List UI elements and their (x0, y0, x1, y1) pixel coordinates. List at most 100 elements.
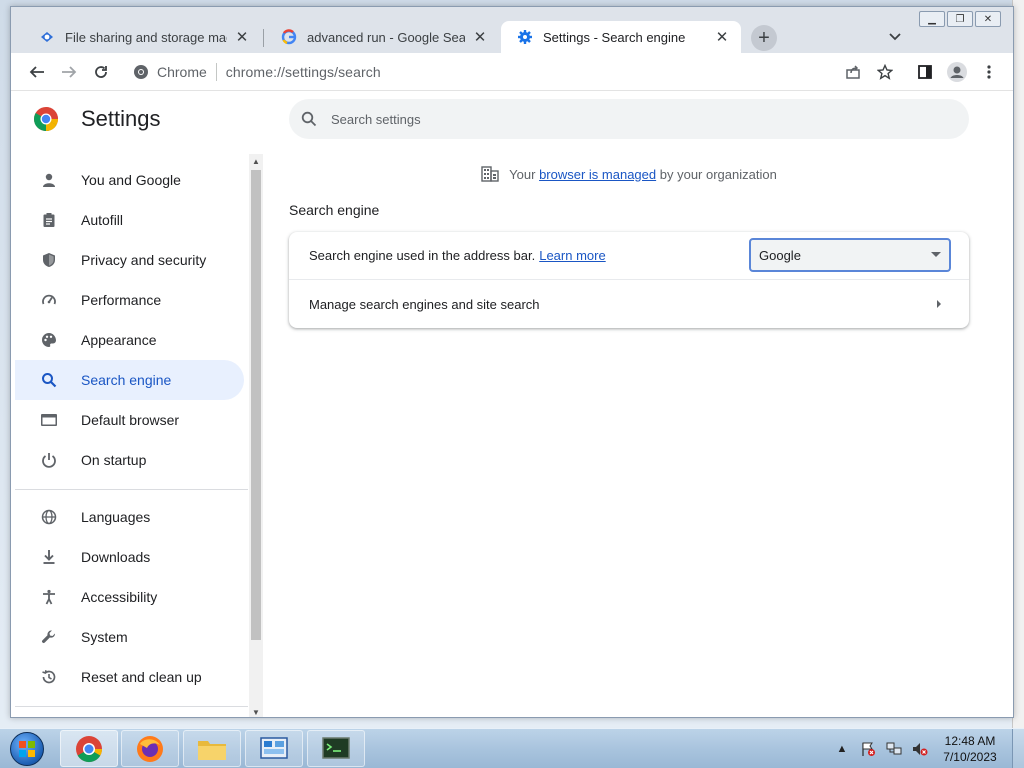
sidebar-item-performance[interactable]: Performance (15, 280, 244, 320)
close-window-button[interactable]: ✕ (975, 11, 1001, 27)
building-icon (481, 166, 499, 182)
browser-window-icon (39, 410, 59, 430)
close-tab-icon[interactable]: ✕ (713, 28, 731, 46)
site-chip[interactable]: Chrome (125, 64, 207, 80)
action-center-flag-icon[interactable] (858, 739, 878, 759)
close-tab-icon[interactable]: ✕ (233, 28, 251, 46)
search-engine-select[interactable]: Google (749, 238, 951, 272)
menu-kebab-button[interactable] (977, 60, 1001, 84)
tab-title: File sharing and storage made si (65, 29, 227, 45)
gauge-icon (39, 290, 59, 310)
search-icon (301, 111, 317, 127)
clock-time: 12:48 AM (944, 734, 996, 748)
url-text[interactable]: chrome://settings/search (226, 64, 381, 80)
sidebar-item-search-engine[interactable]: Search engine (15, 360, 244, 400)
google-g-icon (281, 29, 297, 45)
close-tab-icon[interactable]: ✕ (471, 28, 489, 46)
browser-managed-link[interactable]: browser is managed (539, 167, 656, 182)
sidebar-item-label: Performance (81, 292, 162, 308)
dropdown-caret-icon (931, 252, 941, 257)
share-icon (846, 65, 860, 79)
settings-header: Settings (33, 106, 161, 132)
windows-taskbar: ▲ 12:48 AM 7/10/2023 (0, 728, 1024, 768)
manage-search-engines-row[interactable]: Manage search engines and site search (289, 280, 969, 328)
sidebar-item-label: You and Google (81, 172, 181, 188)
back-button[interactable] (25, 60, 49, 84)
settings-gear-icon (517, 29, 533, 45)
tab-advanced-run[interactable]: advanced run - Google Search ✕ (265, 21, 499, 53)
taskbar-clock[interactable]: 12:48 AM 7/10/2023 (936, 733, 1004, 765)
bookmark-button[interactable] (873, 60, 897, 84)
volume-muted-icon[interactable] (910, 739, 930, 759)
reload-icon (95, 66, 107, 78)
profile-button[interactable] (945, 60, 969, 84)
sidebar-item-reset[interactable]: Reset and clean up (15, 657, 244, 697)
sidebar-item-downloads[interactable]: Downloads (15, 537, 244, 577)
network-icon[interactable] (884, 739, 904, 759)
sidebar-item-default-browser[interactable]: Default browser (15, 400, 244, 440)
taskbar-firefox-button[interactable] (121, 730, 179, 767)
sidebar-scrollbar[interactable]: ▲ ▼ (249, 154, 263, 717)
sidebar-item-label: On startup (81, 452, 147, 468)
scroll-down-arrow-icon[interactable]: ▼ (249, 705, 263, 717)
sidebar-item-appearance[interactable]: Appearance (15, 320, 244, 360)
sidebar-item-label: Privacy and security (81, 252, 207, 268)
sidebar-item-system[interactable]: System (15, 617, 244, 657)
chrome-logo-icon (76, 735, 103, 762)
tab-title: Settings - Search engine (543, 29, 686, 45)
tab-search-chevron-icon[interactable] (885, 27, 905, 47)
tab-settings[interactable]: Settings - Search engine ✕ (501, 21, 741, 53)
tab-title: advanced run - Google Search (307, 29, 465, 45)
address-bar[interactable]: Chrome chrome://settings/search (125, 57, 895, 87)
wrench-icon (39, 627, 59, 647)
forward-arrow-icon (62, 66, 77, 78)
scroll-up-arrow-icon[interactable]: ▲ (249, 154, 263, 168)
shield-icon (39, 250, 59, 270)
learn-more-link[interactable]: Learn more (539, 248, 605, 263)
sidebar-item-autofill[interactable]: Autofill (15, 200, 244, 240)
chrome-logo-icon (134, 65, 148, 79)
section-title: Search engine (289, 202, 380, 218)
tab-separator (263, 29, 264, 47)
search-placeholder: Search settings (331, 111, 421, 127)
browser-toolbar: Chrome chrome://settings/search (11, 53, 1013, 91)
kebab-icon (987, 65, 991, 79)
managed-prefix: Your (509, 166, 536, 182)
sidebar-item-accessibility[interactable]: Accessibility (15, 577, 244, 617)
avatar (947, 62, 967, 82)
tab-file-sharing[interactable]: File sharing and storage made si ✕ (23, 21, 261, 53)
new-tab-button[interactable]: + (751, 25, 777, 51)
sidebar-item-label: Accessibility (81, 589, 158, 605)
settings-sidebar: You and Google Autofill Privacy and secu… (11, 154, 261, 717)
search-engine-value: Google (759, 247, 801, 263)
side-panel-button[interactable] (913, 60, 937, 84)
settings-page: Settings Search settings You and Google … (11, 92, 1013, 717)
show-desktop-button[interactable] (1012, 729, 1024, 768)
sidebar-item-privacy[interactable]: Privacy and security (15, 240, 244, 280)
taskbar-terminal-button[interactable] (307, 730, 365, 767)
start-button[interactable] (2, 730, 52, 768)
forward-button[interactable] (57, 60, 81, 84)
managed-notice: Your browser is managed by your organiza… (289, 166, 969, 182)
minimize-button[interactable]: ▁ (919, 11, 945, 27)
search-engine-card: Search engine used in the address bar. L… (289, 232, 969, 328)
search-icon (39, 370, 59, 390)
sidebar-item-you-and-google[interactable]: You and Google (15, 160, 244, 200)
scrollbar-thumb[interactable] (251, 170, 261, 640)
share-button[interactable] (841, 60, 865, 84)
taskbar-chrome-button[interactable] (60, 730, 118, 767)
download-icon (39, 547, 59, 567)
search-settings-input[interactable]: Search settings (289, 99, 969, 139)
tray-expand-icon[interactable]: ▲ (832, 739, 852, 759)
system-tray: ▲ 12:48 AM 7/10/2023 (832, 729, 1024, 768)
terminal-icon (322, 736, 350, 759)
sidebar-item-languages[interactable]: Languages (15, 497, 244, 537)
manage-search-engines-label: Manage search engines and site search (309, 296, 540, 312)
taskbar-explorer-button[interactable] (183, 730, 241, 767)
restore-button[interactable]: ❐ (947, 11, 973, 27)
reload-button[interactable] (89, 60, 113, 84)
power-icon (39, 450, 59, 470)
taskbar-control-panel-button[interactable] (245, 730, 303, 767)
chevron-right-icon (937, 300, 941, 308)
sidebar-item-on-startup[interactable]: On startup (15, 440, 244, 480)
